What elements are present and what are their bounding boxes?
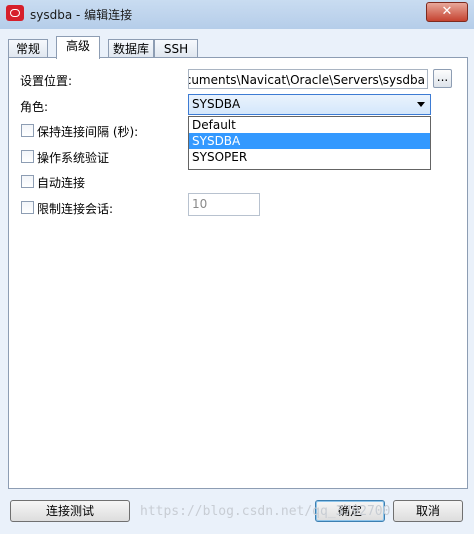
browse-button[interactable]: ... <box>433 69 452 88</box>
tab-ssh[interactable]: SSH <box>154 39 198 58</box>
role-dropdown-list: Default SYSDBA SYSOPER <box>188 116 431 170</box>
limit-sessions-input[interactable]: 10 <box>188 193 260 216</box>
watermark-text: https://blog.csdn.net/qq_3792700 <box>140 504 391 519</box>
role-selected-value: SYSDBA <box>192 97 241 111</box>
role-option-sysoper[interactable]: SYSOPER <box>189 149 430 165</box>
location-input[interactable]: ocuments\Navicat\Oracle\Servers\sysdba <box>188 69 428 89</box>
test-connection-button[interactable]: 连接测试 <box>10 500 130 522</box>
limit-sessions-checkbox[interactable] <box>21 201 34 214</box>
title-bar: sysdba - 编辑连接 ✕ <box>0 0 474 30</box>
cancel-button[interactable]: 取消 <box>393 500 463 522</box>
tab-database[interactable]: 数据库 <box>108 39 154 58</box>
location-value: ocuments\Navicat\Oracle\Servers\sysdba <box>188 73 425 87</box>
oracle-app-icon <box>6 5 24 21</box>
close-button[interactable]: ✕ <box>426 2 468 22</box>
role-label: 角色: <box>20 100 49 114</box>
tab-general[interactable]: 常规 <box>8 39 48 58</box>
os-auth-checkbox[interactable] <box>21 150 34 163</box>
location-label: 设置位置: <box>20 74 73 88</box>
chevron-down-icon[interactable] <box>417 102 425 107</box>
role-option-sysdba[interactable]: SYSDBA <box>189 133 430 149</box>
role-option-default[interactable]: Default <box>189 117 430 133</box>
keepalive-label: 保持连接间隔 (秒): <box>37 125 139 139</box>
auto-connect-label: 自动连接 <box>37 176 86 190</box>
window-title: sysdba - 编辑连接 <box>30 8 133 22</box>
keepalive-checkbox[interactable] <box>21 124 34 137</box>
tab-advanced[interactable]: 高级 <box>56 36 100 59</box>
auto-connect-checkbox[interactable] <box>21 175 34 188</box>
role-select[interactable]: SYSDBA <box>188 94 431 115</box>
os-auth-label: 操作系统验证 <box>37 151 110 165</box>
limit-sessions-label: 限制连接会话: <box>37 202 114 216</box>
